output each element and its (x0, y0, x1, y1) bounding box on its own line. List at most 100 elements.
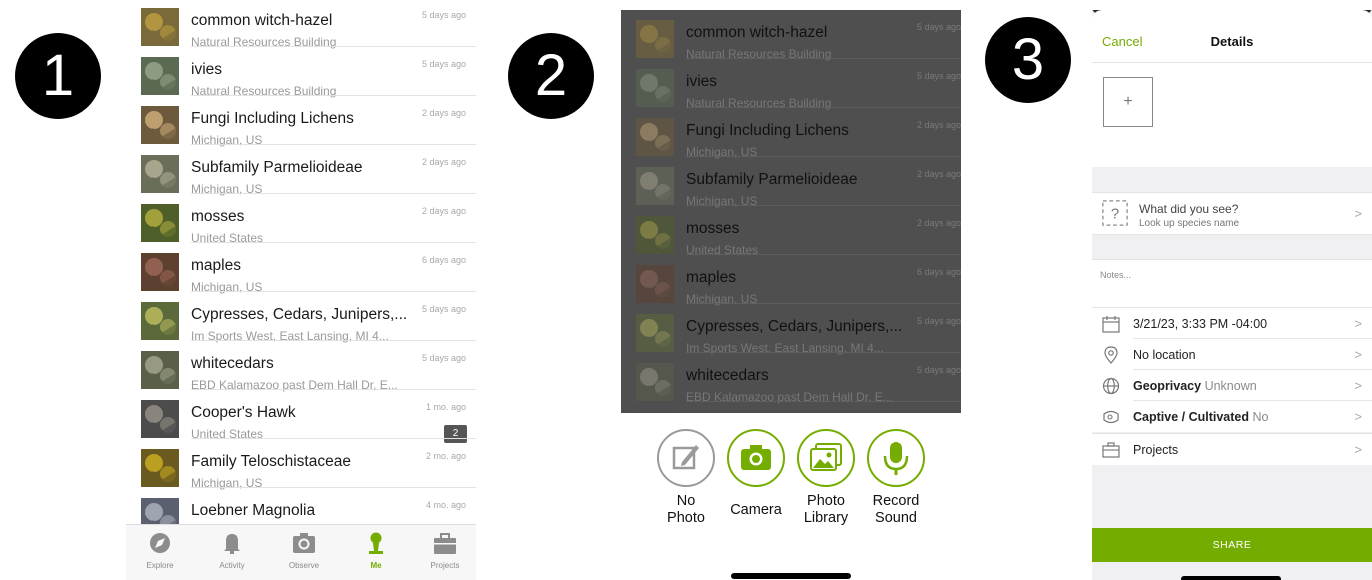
camera-icon (293, 533, 315, 553)
observation-time: 5 days ago (916, 71, 961, 81)
observation-row[interactable]: mosses United States 2 days ago (126, 193, 476, 245)
observation-title: Loebner Magnolia (191, 502, 316, 519)
photo-library-button[interactable] (796, 428, 856, 488)
observation-row[interactable]: Family Teloschistaceae Michigan, US 2 mo. … (126, 438, 476, 490)
observation-thumbnail (141, 253, 179, 291)
captive-row[interactable]: Captive / Cultivated No > (1092, 401, 1372, 432)
unknown-species-icon: ? (1102, 200, 1128, 226)
bell-icon (224, 534, 240, 554)
dimmed-observations-list[interactable]: common witch-hazel Natural Resources Buil… (621, 10, 961, 413)
step-3-badge: 3 (985, 17, 1071, 103)
observation-row[interactable]: Cypresses, Cedars, Junipers,... Im Sports… (126, 291, 476, 343)
observation-title: Subfamily Parmelioideae (191, 159, 363, 176)
chevron-right-icon: > (1354, 378, 1362, 393)
camera-label: Camera (730, 502, 782, 518)
details-screen: Cancel Details + ? What did you see? Loo… (1092, 10, 1372, 580)
chevron-right-icon: > (1354, 409, 1362, 424)
observation-title: ivies (191, 61, 223, 78)
share-button[interactable]: SHARE (1092, 528, 1372, 562)
observation-row[interactable]: common witch-hazel Natural Resources Buil… (126, 0, 476, 49)
species-picker[interactable]: ? What did you see? Look up species name… (1092, 192, 1372, 235)
observation-thumbnail (636, 363, 674, 401)
observation-title: common witch-hazel (686, 24, 828, 41)
species-question: What did you see? (1139, 202, 1239, 216)
observation-row[interactable]: ivies Natural Resources Building 5 days ag… (621, 58, 961, 110)
observation-row[interactable]: Fungi Including Lichens Michigan, US 2 day… (621, 107, 961, 159)
svg-text:?: ? (1111, 206, 1119, 223)
compass-icon (150, 533, 170, 553)
camera-button[interactable] (726, 428, 786, 488)
observation-row[interactable]: Cooper's HawkUnited States1 mo. ago2 (126, 389, 476, 443)
observation-time: 5 days ago (421, 59, 466, 69)
observation-title: Fungi Including Lichens (686, 122, 849, 139)
observation-thumbnail (636, 118, 674, 156)
details-title: Details (1210, 34, 1254, 49)
observation-time: 5 days ago (916, 316, 961, 326)
no-photo-label: No Photo (667, 493, 705, 526)
geoprivacy-value: Unknown (1204, 379, 1257, 393)
observation-title: common witch-hazel (191, 12, 333, 29)
observation-title: mosses (686, 220, 740, 237)
observation-row[interactable]: whitecedars EBD Kalamazoo past Dem Hall D… (126, 340, 476, 392)
observation-time: 5 days ago (421, 304, 466, 314)
observation-row[interactable]: Cooper's HawkUnited States1 mo. ago2 (621, 401, 961, 413)
tab-observe[interactable]: Observe (274, 531, 334, 570)
add-photo-button[interactable]: + (1103, 77, 1153, 127)
record-sound-button[interactable] (866, 428, 926, 488)
briefcase-icon (434, 533, 456, 554)
notes-field[interactable]: Notes... (1092, 259, 1372, 308)
tab-label: Explore (146, 561, 174, 570)
tab-projects[interactable]: Projects (415, 531, 475, 570)
observation-thumbnail (636, 314, 674, 352)
observation-row[interactable]: mosses United States 2 days ago (621, 205, 961, 257)
tab-label: Me (370, 561, 382, 570)
observation-time: 2 days ago (916, 120, 961, 130)
no-photo-button[interactable] (656, 428, 716, 488)
observation-row[interactable]: ivies Natural Resources Building 5 days ag… (126, 46, 476, 98)
observation-thumbnail (141, 400, 179, 438)
location-value: No location (1133, 348, 1196, 362)
observation-thumbnail (141, 57, 179, 95)
chevron-right-icon: > (1354, 206, 1362, 221)
date-row[interactable]: 3/21/23, 3:33 PM -04:00 > (1092, 308, 1372, 339)
species-lookup-hint: Look up species name (1139, 218, 1240, 229)
home-indicator (731, 573, 851, 579)
observation-thumbnail (636, 412, 674, 413)
globe-icon (1102, 377, 1120, 395)
observation-time: 6 days ago (916, 267, 961, 277)
observation-row[interactable]: whitecedars EBD Kalamazoo past Dem Hall D… (621, 352, 961, 404)
observation-row[interactable]: Subfamily Parmelioideae Michigan, US 2 day… (621, 156, 961, 208)
observe-screen: common witch-hazel Natural Resources Buil… (621, 10, 961, 580)
geoprivacy-row[interactable]: Geoprivacy Unknown > (1092, 370, 1372, 401)
observation-time: 5 days ago (916, 22, 961, 32)
observation-title: Cypresses, Cedars, Junipers,... (686, 318, 903, 335)
observation-row[interactable]: Cypresses, Cedars, Junipers,... Im Sports… (621, 303, 961, 355)
projects-label: Projects (1133, 443, 1179, 457)
observation-thumbnail (141, 351, 179, 389)
tab-bar: Explore Activity Observe Me Projects (126, 524, 476, 580)
observation-row[interactable]: maples Michigan, US 6 days ago (621, 254, 961, 306)
observation-thumbnail (141, 155, 179, 193)
observation-time: 2 days ago (916, 218, 961, 228)
chevron-right-icon: > (1354, 442, 1362, 457)
observation-title: Cooper's Hawk (191, 404, 296, 421)
captive-label: Captive / Cultivated (1133, 410, 1249, 424)
observation-row[interactable]: Subfamily Parmelioideae Michigan, US 2 day… (126, 144, 476, 196)
observation-row[interactable]: maples Michigan, US 6 days ago (126, 242, 476, 294)
projects-row[interactable]: Projects > (1092, 433, 1372, 465)
photo-area: + (1092, 62, 1372, 167)
tab-me[interactable]: Me (346, 531, 406, 570)
home-indicator (1181, 576, 1281, 580)
observations-screen: common witch-hazel Natural Resources Buil… (126, 0, 476, 580)
observation-time: 5 days ago (916, 365, 961, 375)
tab-activity[interactable]: Activity (202, 531, 262, 570)
tab-explore[interactable]: Explore (130, 531, 190, 570)
observation-title: Fungi Including Lichens (191, 110, 354, 127)
observation-time: 6 days ago (421, 255, 466, 265)
observation-title: Cypresses, Cedars, Junipers,... (191, 306, 408, 323)
observation-thumbnail (141, 106, 179, 144)
location-row[interactable]: No location > (1092, 339, 1372, 370)
observation-row[interactable]: common witch-hazel Natural Resources Buil… (621, 10, 961, 61)
observation-time: 5 days ago (421, 353, 466, 363)
observation-row[interactable]: Fungi Including Lichens Michigan, US 2 day… (126, 95, 476, 147)
